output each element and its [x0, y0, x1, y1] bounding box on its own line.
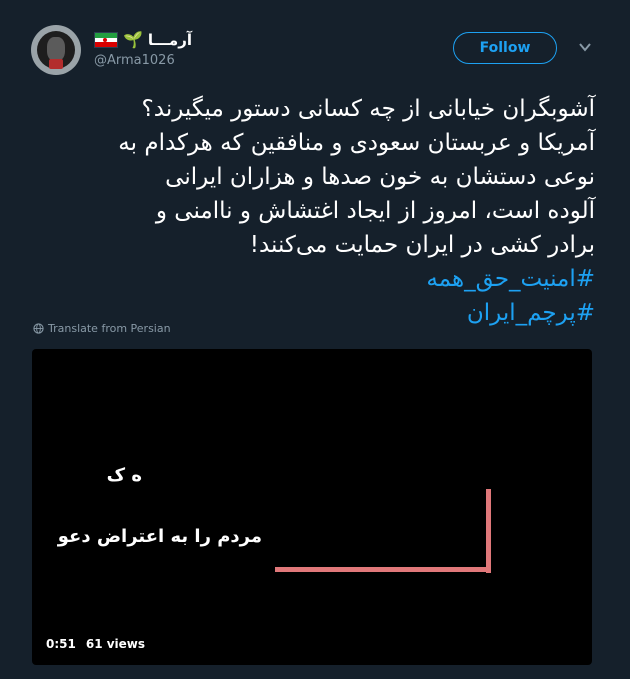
avatar-emblem — [49, 59, 63, 69]
hashtag-link[interactable]: #امنیت_حق_همه — [28, 262, 595, 296]
tweet-text-line: برادر کشی در ایران حمایت می‌کنند! — [249, 232, 595, 258]
video-player[interactable]: ه ک مردم را به اعتراض دعو 0:51 61 views — [32, 349, 592, 665]
video-overlay-text: مردم را به اعتراض دعو — [57, 526, 262, 547]
avatar-figure — [47, 37, 65, 61]
sprout-icon: 🌱 — [123, 30, 143, 49]
video-stats: 0:51 61 views — [46, 637, 145, 651]
video-duration: 0:51 — [46, 637, 76, 651]
tweet-text-line: نوعی دستشان به خون صدها و هزاران ایرانی — [165, 164, 595, 190]
tweet-text-line: آشوبگران خیابانی از چه کسانی دستور میگیر… — [141, 96, 595, 122]
globe-icon — [33, 323, 44, 334]
display-name[interactable]: آرمـــا — [148, 31, 192, 49]
author-name-row[interactable]: 🌱 آرمـــا — [94, 30, 192, 50]
user-handle[interactable]: @Arma1026 — [94, 53, 175, 68]
video-views: 61 views — [85, 637, 146, 651]
tweet-text-line: آلوده است، امروز از ایجاد اغتشاش و ناامن… — [155, 198, 595, 224]
video-frame-bracket — [275, 567, 491, 572]
avatar[interactable] — [31, 25, 81, 75]
video-overlay-text: ه ک — [106, 465, 142, 486]
video-frame-bracket — [486, 489, 491, 573]
translate-link[interactable]: Translate from Persian — [33, 322, 171, 335]
tweet-text-line: آمریکا و عربستان سعودی و منافقین که هرکد… — [118, 130, 595, 156]
translate-label[interactable]: Translate from Persian — [48, 322, 171, 335]
follow-button[interactable]: Follow — [453, 32, 557, 64]
chevron-down-icon[interactable] — [578, 40, 592, 54]
iran-flag-icon — [94, 32, 118, 48]
tweet-text: آشوبگران خیابانی از چه کسانی دستور میگیر… — [28, 92, 595, 330]
